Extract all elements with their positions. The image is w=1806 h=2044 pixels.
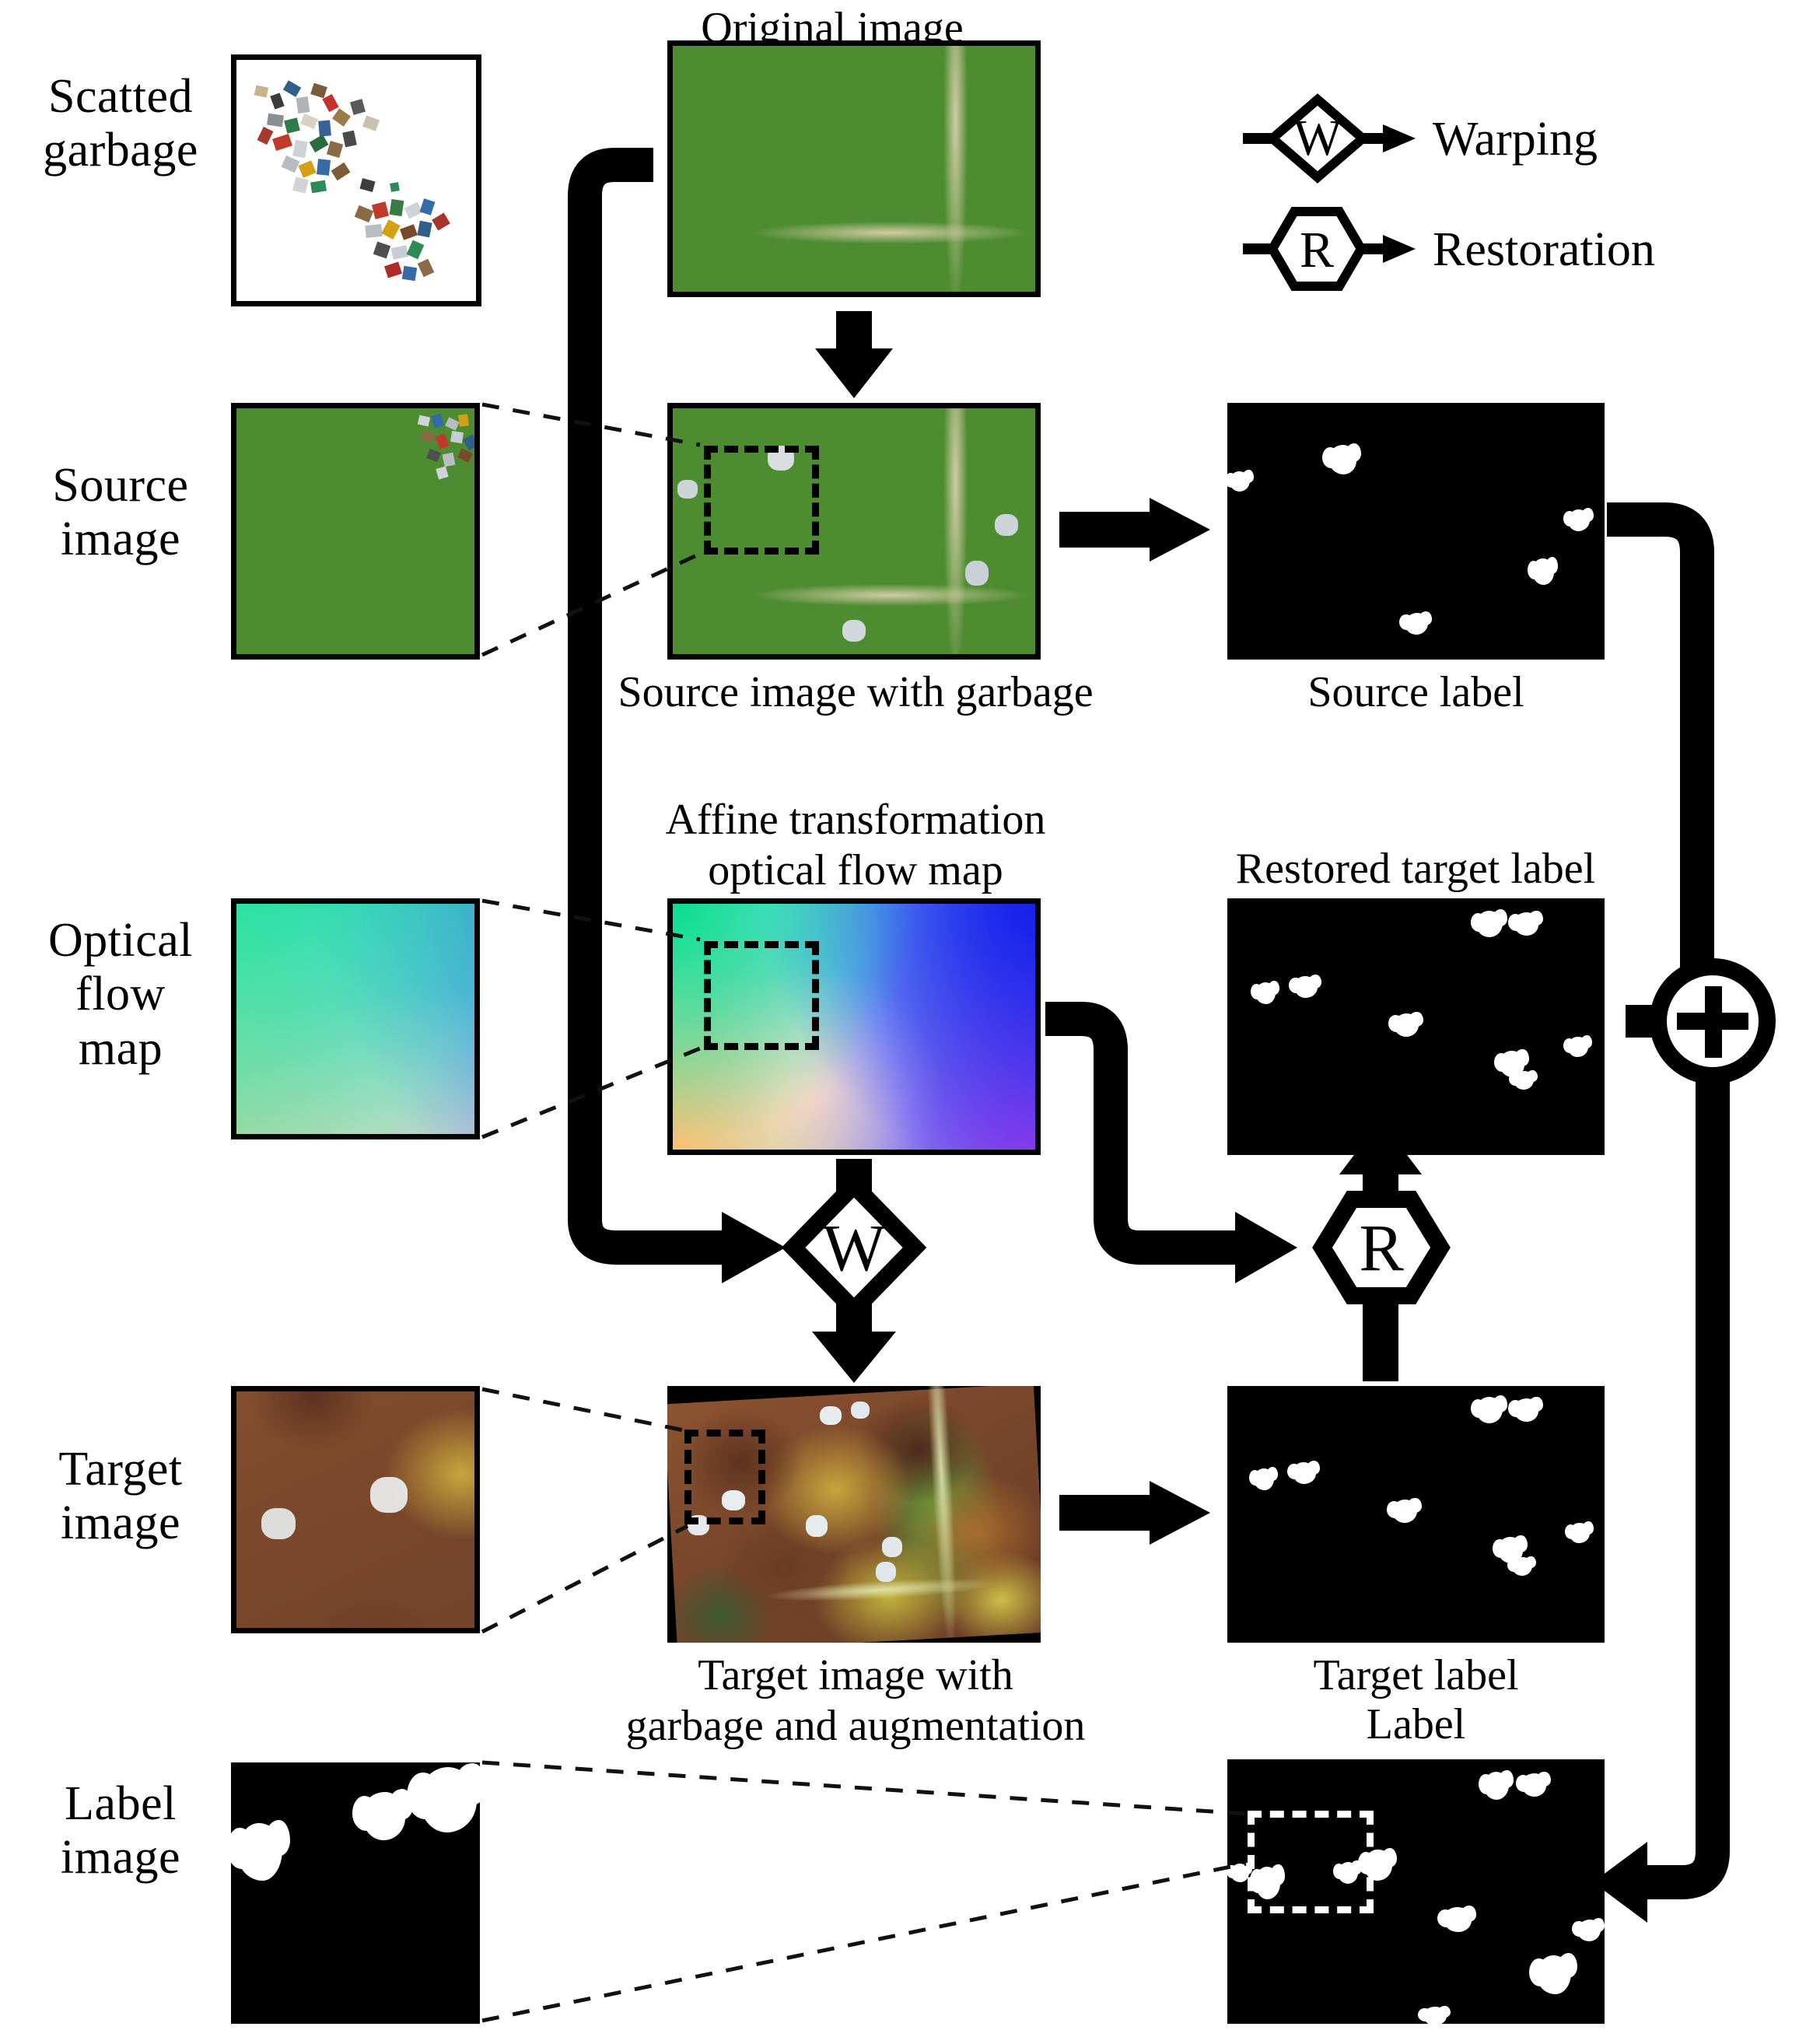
target-label-panel	[1227, 1386, 1605, 1643]
row-label-label-image: Label image	[8, 1777, 233, 1885]
mask-blob	[1287, 1461, 1321, 1484]
row-label-line-1: Optical	[48, 914, 193, 967]
mask-blob	[1507, 1397, 1543, 1422]
mask-blob	[1563, 1035, 1592, 1057]
arrowhead-to-warping	[722, 1212, 786, 1283]
legend-label-restoration: Restoration	[1433, 223, 1655, 276]
mask-blob	[1399, 611, 1433, 635]
original-image-panel	[667, 40, 1041, 297]
source-image-patch	[231, 403, 480, 660]
row-label-source-image: Source image	[8, 459, 233, 567]
leader-label-top	[481, 1760, 1247, 1816]
mask-blob	[1563, 508, 1594, 531]
mask-blob	[1227, 1862, 1253, 1882]
source-image-crop-box	[704, 446, 819, 555]
caption-target-image-line-2: garbage and augmentation	[625, 1701, 1086, 1750]
mask-blob	[231, 1819, 291, 1881]
mask-blob	[1386, 1498, 1422, 1523]
edge-sourcelabel-to-combine	[1607, 502, 1714, 988]
mask-blob	[1529, 1953, 1577, 1994]
caption-restored-target-label: Restored target label	[1235, 845, 1596, 893]
caption-label: Label	[1366, 1700, 1466, 1748]
target-image-with-garbage-panel	[667, 1386, 1041, 1643]
target-image-patch	[231, 1386, 480, 1633]
row-label-line-2: flow	[75, 968, 166, 1021]
mask-blob	[1249, 1467, 1278, 1490]
row-label-line-1: Target	[58, 1443, 183, 1496]
caption-target-image: Target image with garbage and augmentati…	[599, 1650, 1112, 1752]
caption-target-image-line-1: Target image with	[698, 1651, 1013, 1699]
caption-target-label: Target label	[1313, 1651, 1519, 1699]
leader-target-bottom	[481, 1524, 689, 1634]
label-final-crop-box	[1248, 1811, 1374, 1913]
row-label-line-2: garbage	[43, 124, 198, 177]
mask-blob	[406, 1762, 480, 1832]
optical-flow-map-panel	[667, 898, 1041, 1155]
edge-flowmap-to-restoration	[1045, 1002, 1237, 1265]
garbage-cluster-lower	[353, 177, 466, 285]
mask-blob	[1509, 1069, 1538, 1090]
combine-operator	[1650, 958, 1776, 1084]
edge-warping-to-target	[812, 1300, 896, 1383]
mask-blob	[1251, 981, 1279, 1004]
label-final-panel	[1227, 1759, 1605, 2024]
leader-label-bottom	[481, 1861, 1247, 2023]
edge-restoredlabel-to-combine	[1626, 1005, 1677, 1038]
mask-blob	[1289, 975, 1322, 998]
mask-blob	[1527, 556, 1559, 585]
caption-affine-flow-line-2: optical flow map	[708, 845, 1003, 894]
warping-operator-symbol: W	[822, 1210, 886, 1285]
edge-source-to-source-label	[1059, 498, 1210, 562]
edge-targetlabel-to-restoration	[1363, 1294, 1398, 1381]
edge-target-to-target-label	[1059, 1481, 1210, 1545]
mask-blob	[352, 1789, 414, 1840]
row-label-line-1: Scatted	[48, 70, 193, 123]
leader-target-top	[481, 1387, 688, 1433]
mask-blob	[1515, 1772, 1551, 1797]
row-label-line-1: Label	[65, 1777, 177, 1830]
row-label-line-2: image	[61, 513, 180, 566]
row-label-line-1: Source	[52, 459, 189, 512]
row-label-optical-flow-map: Optical flow map	[8, 914, 233, 1076]
arrowhead-to-restoration	[1235, 1212, 1297, 1283]
mask-blob	[1322, 443, 1362, 474]
label-image-patch	[231, 1759, 480, 2024]
legend-label-warping: Warping	[1433, 113, 1598, 166]
restoration-operator-symbol: R	[1359, 1210, 1404, 1285]
patch-garbage-cluster	[414, 413, 474, 481]
mask-blob	[1478, 1769, 1514, 1800]
legend-warping-symbol-letter: W	[1293, 110, 1342, 166]
flow-map-crop-box	[704, 941, 819, 1050]
edge-flowmap-to-warping	[836, 1159, 872, 1201]
caption-source-image-with-garbage: Source image with garbage	[618, 668, 1094, 716]
caption-source-label: Source label	[1307, 668, 1524, 716]
restored-target-label-panel	[1227, 898, 1605, 1155]
mask-blob	[1572, 1918, 1605, 1941]
row-label-line-2: image	[61, 1831, 180, 1885]
mask-blob	[1388, 1012, 1423, 1037]
mask-blob	[1418, 2005, 1451, 2024]
row-label-scatted-garbage: Scatted garbage	[8, 70, 233, 178]
legend-restoration-symbol-letter: R	[1299, 222, 1335, 278]
target-image-crop-box	[684, 1430, 765, 1524]
mask-blob	[1470, 1395, 1508, 1423]
mask-blob	[1470, 908, 1508, 937]
row-label-line-2: image	[61, 1496, 180, 1550]
edge-combine-to-label	[1643, 1073, 1730, 1899]
optical-flow-patch	[231, 898, 480, 1139]
row-label-target-image: Target image	[8, 1443, 233, 1551]
mask-blob	[1507, 911, 1543, 936]
caption-affine-flow: Affine transformation optical flow map	[599, 795, 1112, 896]
caption-affine-flow-line-1: Affine transformation	[665, 796, 1046, 844]
mask-blob	[1507, 1556, 1536, 1576]
mask-blob	[1437, 1906, 1477, 1932]
mask-blob	[1227, 470, 1254, 492]
source-label-panel	[1227, 403, 1605, 660]
scatted-garbage-panel	[231, 54, 481, 306]
row-label-line-3: map	[78, 1021, 163, 1075]
edge-original-to-source	[815, 311, 893, 398]
source-image-with-garbage-panel	[667, 403, 1041, 660]
mask-blob	[1565, 1521, 1594, 1543]
